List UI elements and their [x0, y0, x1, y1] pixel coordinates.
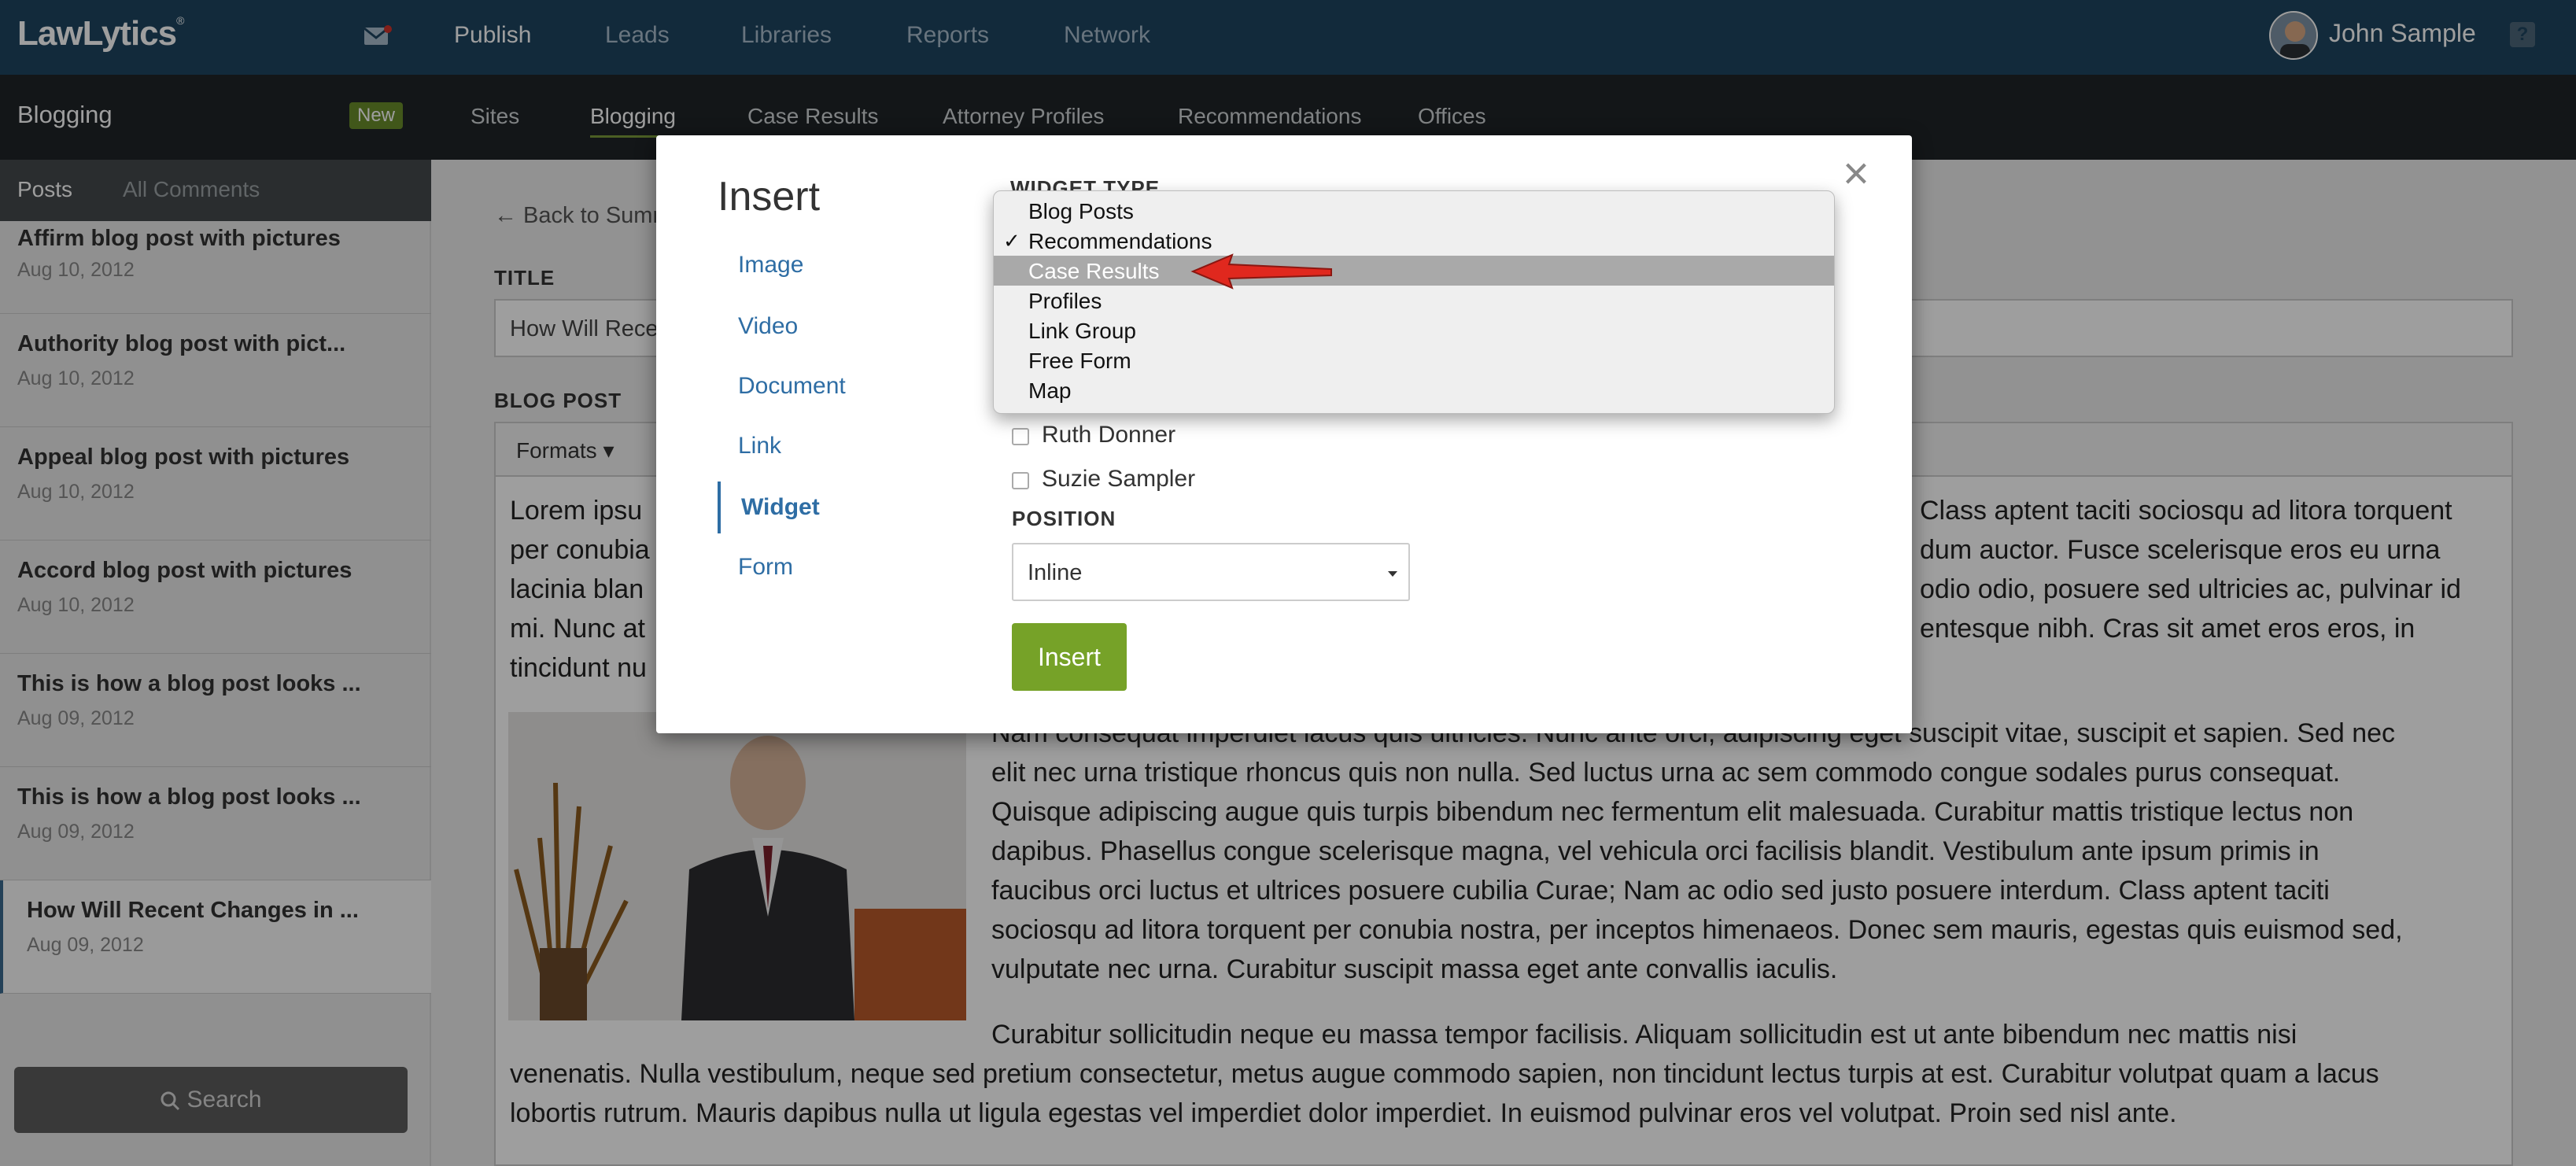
option-case-results[interactable]: Case Results	[994, 256, 1834, 286]
suzie-sampler-label: Suzie Sampler	[1042, 466, 1196, 492]
insert-video-link[interactable]: Video	[738, 313, 798, 340]
modal-title: Insert	[718, 174, 821, 220]
position-value: Inline	[1028, 560, 1083, 585]
position-label: POSITION	[1012, 507, 1116, 530]
annotation-arrow-icon	[1190, 253, 1332, 290]
option-free-form[interactable]: Free Form	[994, 345, 1834, 375]
insert-widget-link[interactable]: Widget	[718, 482, 820, 533]
chevron-down-icon	[1388, 571, 1397, 577]
insert-image-link[interactable]: Image	[738, 252, 803, 279]
ruth-donner-checkbox[interactable]	[1012, 428, 1029, 445]
option-recommendations[interactable]: ✓ Recommendations	[994, 226, 1834, 256]
close-icon[interactable]: ×	[1843, 151, 1869, 197]
widget-type-dropdown-menu: Blog Posts ✓ Recommendations Case Results…	[993, 190, 1835, 414]
checkmark-icon: ✓	[1003, 229, 1020, 253]
position-select[interactable]: Inline	[1012, 543, 1410, 601]
insert-document-link[interactable]: Document	[738, 373, 846, 400]
insert-button[interactable]: Insert	[1012, 623, 1127, 691]
option-profiles[interactable]: Profiles	[994, 286, 1834, 315]
suzie-sampler-checkbox[interactable]	[1012, 472, 1029, 489]
insert-link-link[interactable]: Link	[738, 433, 781, 459]
option-map[interactable]: Map	[994, 375, 1834, 405]
option-link-group[interactable]: Link Group	[994, 315, 1834, 345]
ruth-donner-label: Ruth Donner	[1042, 422, 1176, 448]
insert-form-link[interactable]: Form	[738, 554, 793, 581]
option-blog-posts[interactable]: Blog Posts	[994, 196, 1834, 226]
